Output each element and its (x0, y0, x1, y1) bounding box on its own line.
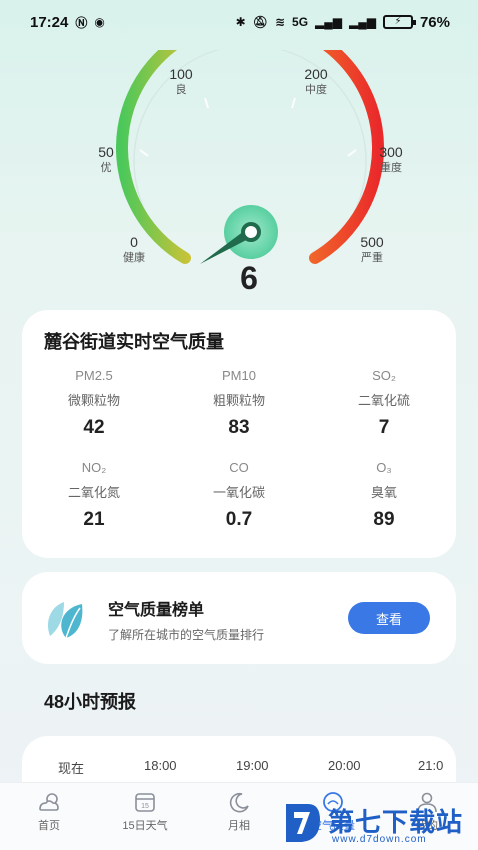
scale-100: 100 良 (169, 66, 193, 96)
nav-moon[interactable]: 月相 (204, 791, 274, 833)
pollutant-pm25[interactable]: PM2.5 微颗粒物 42 (34, 368, 154, 439)
scale-0: 0 健康 (123, 234, 145, 264)
aqi-gauge: 0 健康 50 优 100 良 200 中度 300 重度 500 严重 6 (0, 13, 478, 310)
pollutant-so2[interactable]: SO₂ 二氧化硫 7 (324, 368, 444, 439)
moon-icon (229, 792, 249, 813)
calendar-15-icon: 15 (135, 793, 155, 812)
scale-500: 500 严重 (360, 234, 384, 264)
network-type: 5G (292, 15, 309, 29)
watermark-url: www.d7down.com (332, 834, 427, 845)
pollutant-no2[interactable]: NO₂ 二氧化氮 21 (34, 460, 154, 531)
ranking-title: 空气质量榜单 (108, 602, 205, 619)
pollutant-pm10[interactable]: PM10 粗颗粒物 83 (179, 368, 299, 439)
wifi-icon: ≋ (274, 15, 286, 29)
nfc-icon: Ⓝ (75, 15, 88, 30)
pollutant-co[interactable]: CO 一氧化碳 0.7 (179, 460, 299, 531)
weather-home-icon (39, 793, 59, 811)
signal-icon: ▂▄▆ (315, 15, 342, 29)
air-quality-title: 麓谷街道实时空气质量 (44, 332, 224, 352)
scale-50: 50 优 (98, 144, 114, 174)
d7-logo-icon (286, 804, 320, 842)
forecast-hour[interactable]: 19:00 (236, 758, 269, 773)
forecast-hour[interactable]: 现在 (58, 758, 84, 777)
battery-icon: ⚡ (382, 15, 416, 29)
status-bar: 17:24 Ⓝ ◉ ✱ 🔕︎ ≋ 5G ▂▄▆ ▂▄▆ ⚡ 76% (0, 0, 478, 44)
app-notification-icon: ◉ (94, 15, 105, 29)
aqi-value: 6 (240, 260, 258, 296)
status-time: 17:24 (30, 13, 69, 31)
scale-200: 200 中度 (304, 66, 328, 96)
leaf-icon (47, 602, 83, 639)
forecast-title: 48小时预报 (44, 692, 137, 712)
forecast-hour[interactable]: 20:00 (328, 758, 361, 773)
svg-text:15: 15 (141, 803, 149, 810)
forecast-hour[interactable]: 21:0 (418, 758, 443, 773)
battery-percent: 76% (419, 13, 450, 31)
nav-15day[interactable]: 15 15日天气 (110, 791, 180, 833)
site-watermark: 第七下载站 www.d7down.com (282, 800, 478, 850)
bluetooth-icon: ✱ (235, 15, 246, 29)
forecast-hour[interactable]: 18:00 (144, 758, 177, 773)
pollutant-o3[interactable]: O₃ 臭氧 89 (324, 460, 444, 531)
scale-300: 300 重度 (379, 144, 403, 174)
nav-home[interactable]: 首页 (14, 791, 84, 833)
air-quality-card: 麓谷街道实时空气质量 PM2.5 微颗粒物 42 PM10 粗颗粒物 83 SO… (22, 310, 456, 558)
gauge-ticks (139, 97, 357, 157)
ranking-card[interactable]: 空气质量榜单 了解所在城市的空气质量排行 查看 (22, 572, 456, 664)
view-ranking-button[interactable]: 查看 (348, 602, 430, 634)
signal-2-icon: ▂▄▆ (349, 15, 376, 29)
mute-icon: 🔕︎ (252, 15, 268, 29)
ranking-subtitle: 了解所在城市的空气质量排行 (108, 628, 265, 642)
